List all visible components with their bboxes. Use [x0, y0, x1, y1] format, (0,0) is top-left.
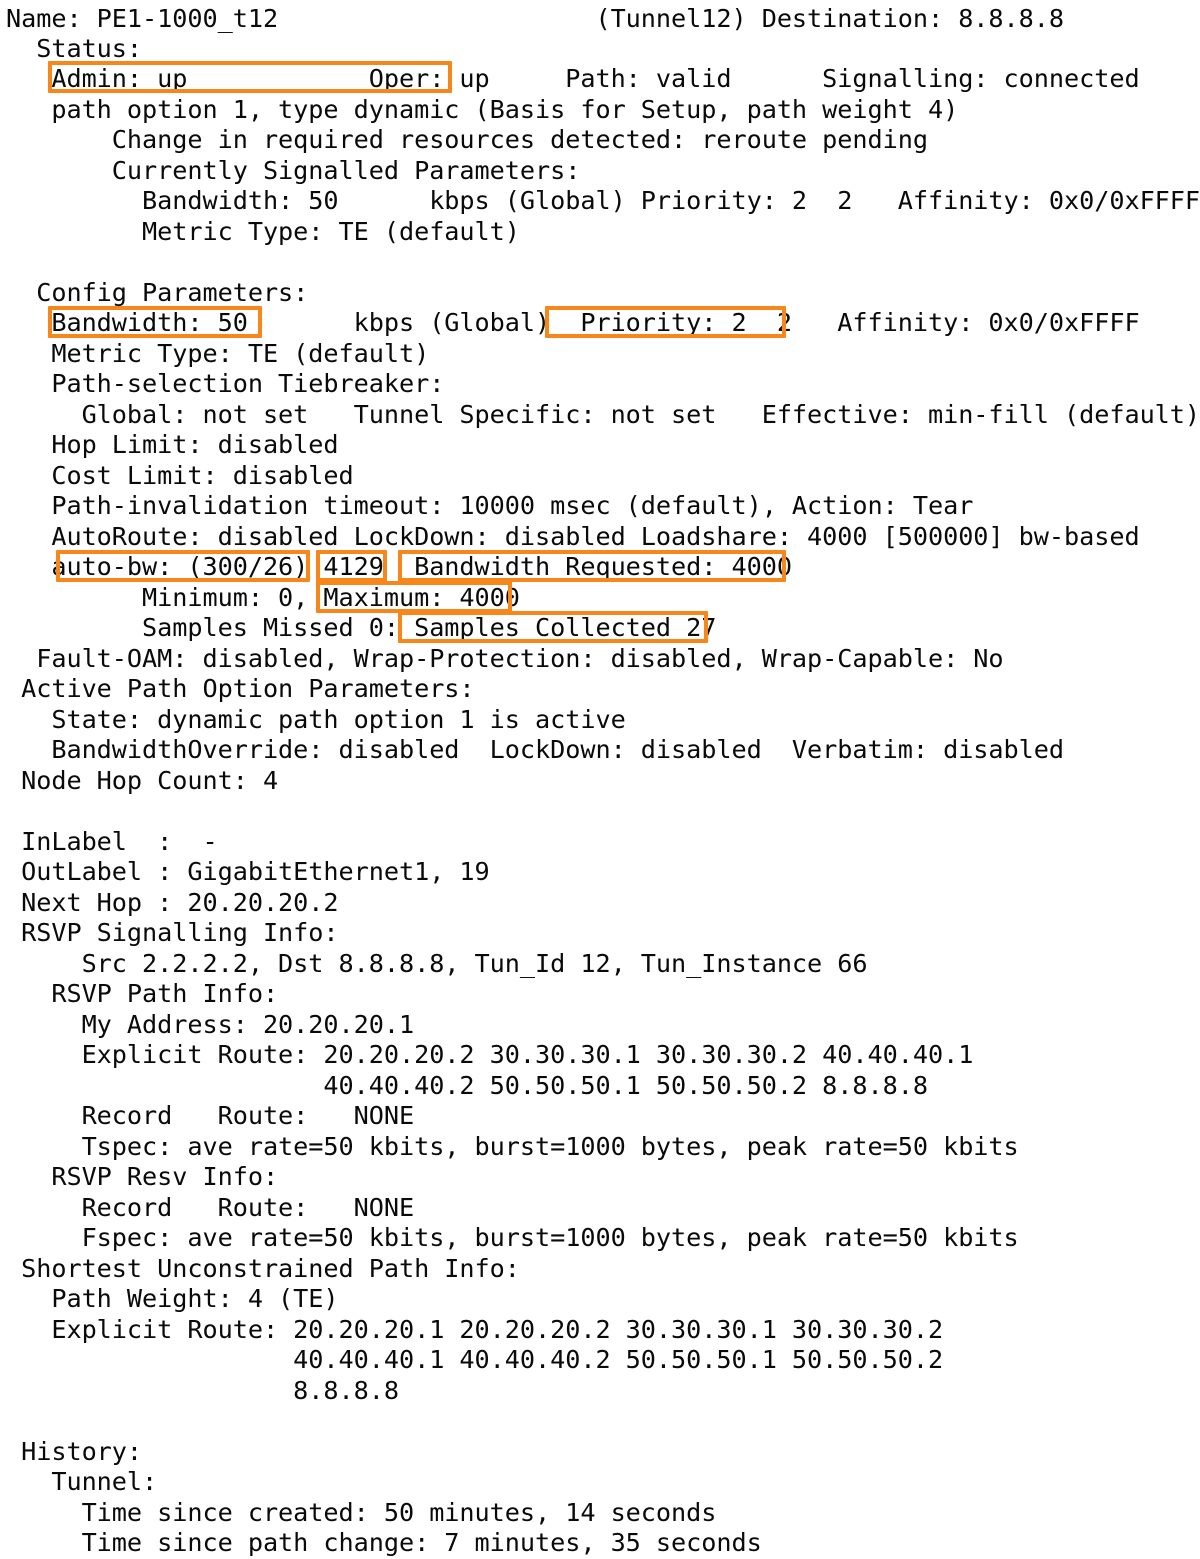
terminal-line: path option 1, type dynamic (Basis for S… — [6, 95, 959, 124]
terminal-line: Change in required resources detected: r… — [6, 125, 928, 154]
terminal-line: Record Route: NONE — [6, 1193, 415, 1222]
terminal-line: RSVP Path Info: — [6, 979, 279, 1008]
terminal-line: Tunnel: — [6, 1467, 158, 1496]
terminal-line: auto-bw: (300/26) 4129 Bandwidth Request… — [6, 552, 792, 581]
terminal-line: Metric Type: TE (default) — [6, 217, 520, 246]
terminal-line: Explicit Route: 20.20.20.1 20.20.20.2 30… — [6, 1315, 944, 1344]
terminal-line: Shortest Unconstrained Path Info: — [6, 1254, 520, 1283]
terminal-line: Bandwidth: 50 kbps (Global) Priority: 2 … — [6, 186, 1200, 215]
terminal-line: RSVP Signalling Info: — [6, 918, 339, 947]
terminal-line: Status: — [6, 34, 143, 63]
terminal-line: RSVP Resv Info: — [6, 1162, 279, 1191]
terminal-line: Time since created: 50 minutes, 14 secon… — [6, 1498, 717, 1527]
terminal-line: Time since path change: 7 minutes, 35 se… — [6, 1528, 762, 1557]
terminal-line: Path Weight: 4 (TE) — [6, 1284, 339, 1313]
terminal-line: Cost Limit: disabled — [6, 461, 354, 490]
terminal-line: Metric Type: TE (default) — [6, 339, 430, 368]
terminal-line: Record Route: NONE — [6, 1101, 415, 1130]
terminal-line: Explicit Route: 20.20.20.2 30.30.30.1 30… — [6, 1040, 974, 1069]
terminal-line: Config Parameters: — [6, 278, 309, 307]
terminal-line: 8.8.8.8 — [6, 1376, 399, 1405]
terminal-line: BandwidthOverride: disabled LockDown: di… — [6, 735, 1064, 764]
terminal-line: Bandwidth: 50 kbps (Global) Priority: 2 … — [6, 308, 1140, 337]
terminal-line: Path-invalidation timeout: 10000 msec (d… — [6, 491, 974, 520]
terminal-output: Name: PE1-1000_t12 (Tunnel12) Destinatio… — [0, 0, 1200, 1559]
terminal-line: Admin: up Oper: up Path: valid Signallin… — [6, 64, 1140, 93]
terminal-line: Path-selection Tiebreaker: — [6, 369, 445, 398]
terminal-line: Active Path Option Parameters: — [6, 674, 475, 703]
terminal-line: Node Hop Count: 4 — [6, 766, 279, 795]
terminal-line: 40.40.40.2 50.50.50.1 50.50.50.2 8.8.8.8 — [6, 1071, 928, 1100]
terminal-line: Name: PE1-1000_t12 (Tunnel12) Destinatio… — [6, 4, 1064, 33]
terminal-line: Global: not set Tunnel Specific: not set… — [6, 400, 1200, 429]
terminal-line: Samples Missed 0: Samples Collected 27 — [6, 613, 717, 642]
terminal-line: Fault-OAM: disabled, Wrap-Protection: di… — [6, 644, 1004, 673]
terminal-line: Hop Limit: disabled — [6, 430, 339, 459]
terminal-line: Src 2.2.2.2, Dst 8.8.8.8, Tun_Id 12, Tun… — [6, 949, 868, 978]
terminal-line: State: dynamic path option 1 is active — [6, 705, 626, 734]
terminal-line: OutLabel : GigabitEthernet1, 19 — [6, 857, 490, 886]
terminal-line: My Address: 20.20.20.1 — [6, 1010, 415, 1039]
terminal-line: Next Hop : 20.20.20.2 — [6, 888, 339, 917]
terminal-line: Tspec: ave rate=50 kbits, burst=1000 byt… — [6, 1132, 1019, 1161]
terminal-line: AutoRoute: disabled LockDown: disabled L… — [6, 522, 1140, 551]
terminal-line: History: — [6, 1437, 143, 1466]
terminal-line: Minimum: 0, Maximum: 4000 — [6, 583, 520, 612]
terminal-line: Currently Signalled Parameters: — [6, 156, 581, 185]
terminal-line: Fspec: ave rate=50 kbits, burst=1000 byt… — [6, 1223, 1019, 1252]
terminal-line: InLabel : - — [6, 827, 218, 856]
terminal-line: 40.40.40.1 40.40.40.2 50.50.50.1 50.50.5… — [6, 1345, 944, 1374]
